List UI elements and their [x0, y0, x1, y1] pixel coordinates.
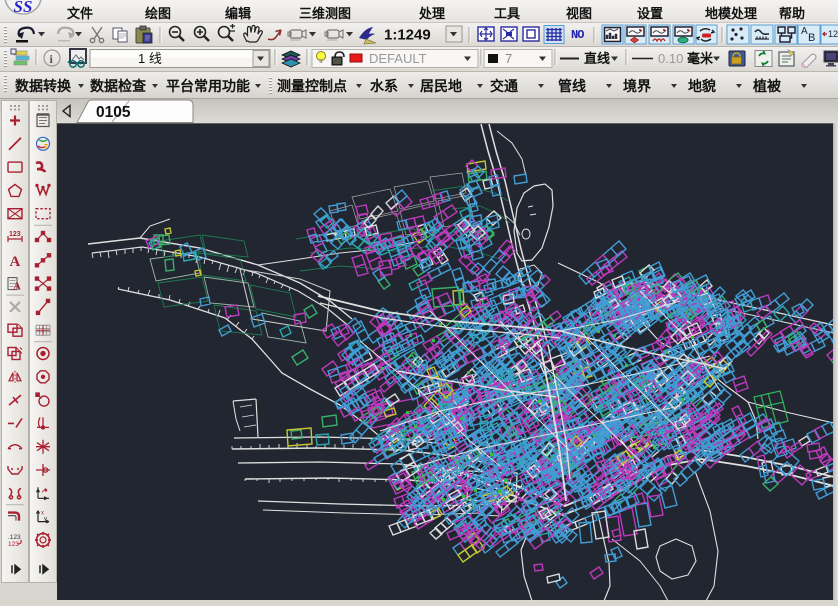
svg-text:y: y	[44, 517, 47, 523]
svg-text:123: 123	[9, 231, 21, 238]
svg-text:A: A	[10, 254, 21, 270]
svg-text:123: 123	[828, 29, 838, 39]
svg-text:B: B	[808, 32, 815, 44]
svg-text:DEFAULT: DEFAULT	[369, 51, 427, 66]
svg-text:A: A	[13, 281, 21, 293]
svg-text:SS: SS	[14, 0, 33, 16]
svg-text:0.10: 0.10	[658, 51, 683, 66]
svg-text:0105: 0105	[96, 104, 131, 121]
svg-text:1:1249: 1:1249	[384, 27, 431, 44]
svg-text:毫米: 毫米	[687, 51, 714, 66]
svg-text:T: T	[44, 144, 49, 151]
svg-text:7: 7	[505, 51, 512, 66]
svg-text:1 线: 1 线	[138, 51, 162, 66]
svg-text:.123: .123	[8, 534, 21, 541]
svg-text:直线: 直线	[584, 51, 610, 66]
svg-text:NO: NO	[571, 28, 584, 42]
svg-text:i: i	[50, 52, 54, 66]
svg-text:A: A	[801, 26, 808, 37]
svg-text:123: 123	[8, 541, 19, 548]
